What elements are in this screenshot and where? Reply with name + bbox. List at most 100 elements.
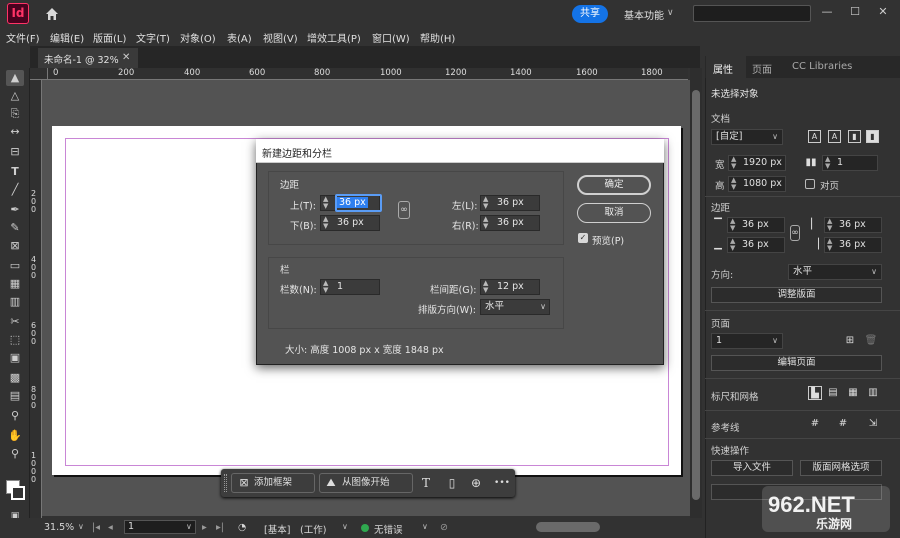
layout-grid-icon[interactable]: ▥ (866, 386, 880, 400)
menu-help[interactable]: 帮助(H) (420, 30, 455, 45)
delete-page-icon[interactable]: 🗑 (864, 334, 878, 348)
document-grid-icon[interactable]: ▦ (846, 386, 860, 400)
line-tool-icon[interactable]: ╱ (6, 182, 24, 198)
left-margin-field[interactable]: ▲ ▼ 36 px (480, 195, 540, 211)
scrollbar-thumb[interactable] (692, 90, 700, 500)
chevron-down-icon[interactable]: ∨ (342, 522, 348, 531)
page-count-field[interactable]: ▲ ▼ 1 (822, 155, 878, 171)
spread-icon[interactable]: ▮ (866, 130, 879, 143)
menu-table[interactable]: 表(A) (227, 30, 252, 45)
stepper-icon[interactable]: ▲ ▼ (731, 156, 736, 170)
share-button[interactable]: 共享 (572, 5, 608, 23)
link-margins-icon[interactable]: ∞ (790, 225, 800, 241)
import-file-button[interactable]: 导入文件 (711, 460, 793, 476)
left-margin-field[interactable]: ▲ ▼ 36 px (824, 217, 882, 233)
eyedropper-tool-icon[interactable]: ⚲ (6, 408, 24, 424)
home-icon[interactable] (44, 6, 60, 22)
place-icon[interactable]: ⊕ (468, 474, 484, 492)
stepper-icon[interactable]: ▲ ▼ (323, 216, 328, 230)
menu-layout[interactable]: 版面(L) (93, 30, 126, 45)
preview-checkbox[interactable]: ✓ (578, 233, 588, 243)
horizontal-scrollbar-thumb[interactable] (536, 522, 600, 532)
rectangle-tool-icon[interactable]: ▭ (6, 258, 24, 274)
content-collector-icon[interactable]: ⊟ (6, 144, 24, 160)
portrait-icon[interactable]: A (808, 130, 821, 143)
maximize-button[interactable]: ☐ (844, 3, 866, 21)
search-input[interactable] (693, 5, 811, 22)
baseline-grid-icon[interactable]: ▤ (826, 386, 840, 400)
chevron-down-icon[interactable]: ∨ (667, 8, 674, 18)
direct-selection-tool-icon[interactable]: △ (6, 88, 24, 104)
stepper-icon[interactable]: ▲ ▼ (483, 216, 488, 230)
page-width-field[interactable]: ▲ ▼ 1920 px (728, 155, 786, 171)
adjust-layout-button[interactable]: 调整版面 (711, 287, 882, 303)
drag-handle[interactable] (224, 474, 227, 492)
menu-plugins[interactable]: 增效工具(P) (307, 30, 361, 45)
table-tool-icon[interactable]: ▦ (6, 276, 24, 292)
zoom-level[interactable]: 31.5% (44, 522, 74, 533)
menu-object[interactable]: 对象(O) (180, 30, 216, 45)
preflight-menu-icon[interactable]: ⊘ (440, 522, 448, 533)
menu-window[interactable]: 窗口(W) (372, 30, 410, 45)
close-window-button[interactable]: ✕ (872, 3, 894, 21)
page-height-field[interactable]: ▲ ▼ 1080 px (728, 176, 786, 192)
page-icon[interactable]: ▮ (848, 130, 861, 143)
right-margin-field[interactable]: ▲ ▼ 36 px (480, 215, 540, 231)
snap-guides-icon[interactable]: ⇲ (866, 417, 880, 431)
chevron-down-icon[interactable]: ∨ (422, 522, 428, 531)
previous-page-icon[interactable]: ◂ (108, 522, 113, 533)
landscape-icon[interactable]: A (828, 130, 841, 143)
add-page-icon[interactable]: ⊞ (843, 334, 857, 348)
right-margin-field[interactable]: ▲ ▼ 36 px (824, 237, 882, 253)
page-select[interactable]: 1 ∨ (711, 333, 783, 349)
grid-tool-icon[interactable]: ▥ (6, 294, 24, 310)
top-margin-field[interactable]: ▲ ▼ 36 px (727, 217, 785, 233)
preflight-profile-icon[interactable]: ◔ (238, 522, 246, 533)
menu-file[interactable]: 文件(F) (6, 30, 40, 45)
last-page-icon[interactable]: ▸| (216, 522, 224, 533)
zoom-tool-icon[interactable]: ⚲ (6, 446, 24, 462)
vertical-ruler[interactable]: 2 0 0 4 0 0 6 0 0 8 0 0 1 0 0 0 (30, 80, 42, 518)
minimize-button[interactable]: — (816, 3, 838, 21)
pencil-tool-icon[interactable]: ✎ (6, 220, 24, 236)
gradient-feather-tool-icon[interactable]: ▩ (6, 370, 24, 386)
stepper-icon[interactable]: ▲ ▼ (730, 218, 735, 232)
ruler-origin[interactable] (30, 68, 48, 80)
gradient-swatch-tool-icon[interactable]: ▣ (6, 350, 24, 366)
scissors-tool-icon[interactable]: ✂ (6, 314, 24, 330)
stepper-icon[interactable]: ▲ ▼ (827, 238, 832, 252)
pen-tool-icon[interactable]: ✒ (6, 202, 24, 218)
stepper-icon[interactable]: ▲ ▼ (483, 280, 488, 294)
bottom-margin-field[interactable]: ▲ ▼ 36 px (320, 215, 380, 231)
bottom-margin-field[interactable]: ▲ ▼ 36 px (727, 237, 785, 253)
stepper-icon[interactable]: ▲ ▼ (730, 238, 735, 252)
menu-edit[interactable]: 编辑(E) (50, 30, 84, 45)
workspace-switcher[interactable]: 基本功能 (624, 7, 664, 22)
menu-type[interactable]: 文字(T) (136, 30, 170, 45)
guides-icon[interactable]: # (808, 417, 822, 431)
hand-tool-icon[interactable]: ✋ (6, 428, 24, 444)
stepper-icon[interactable]: ▲ ▼ (323, 196, 328, 210)
cancel-button[interactable]: 取消 (577, 203, 651, 223)
stepper-icon[interactable]: ▲ ▼ (323, 280, 328, 294)
stepper-icon[interactable]: ▲ ▼ (731, 177, 736, 191)
menu-view[interactable]: 视图(V) (263, 30, 298, 45)
tab-cc-libraries[interactable]: CC Libraries (792, 61, 852, 72)
close-icon[interactable]: ✕ (122, 52, 130, 63)
gutter-field[interactable]: ▲ ▼ 12 px (480, 279, 540, 295)
type-tool-icon[interactable]: T (6, 164, 24, 180)
layout-grid-options-button[interactable]: 版面网格选项 (800, 460, 882, 476)
chevron-down-icon[interactable]: ∨ (186, 522, 192, 531)
page-tool-icon[interactable]: ⎘ (6, 106, 24, 122)
document-preset-select[interactable]: [自定] ∨ (711, 129, 783, 145)
stepper-icon[interactable]: ▲ ▼ (825, 156, 830, 170)
gap-tool-icon[interactable]: ↔ (6, 124, 24, 140)
smart-guides-icon[interactable]: # (836, 417, 850, 431)
next-page-icon[interactable]: ▸ (202, 522, 207, 533)
stepper-icon[interactable]: ▲ ▼ (483, 196, 488, 210)
first-page-icon[interactable]: |◂ (92, 522, 100, 533)
more-options-icon[interactable]: ••• (494, 474, 510, 492)
selection-tool-icon[interactable]: ▲ (6, 70, 24, 86)
document-icon[interactable]: ▯ (444, 474, 460, 492)
columns-count-field[interactable]: ▲ ▼ 1 (320, 279, 380, 295)
